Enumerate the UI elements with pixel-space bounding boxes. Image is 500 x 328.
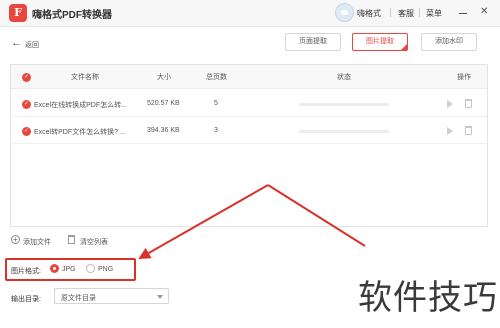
progress-bar <box>299 103 389 106</box>
file-name: Excel在线转换成PDF怎么转... <box>34 102 127 109</box>
app-logo-icon: F <box>9 4 27 22</box>
image-format-label: 图片格式: <box>11 268 41 275</box>
divider <box>419 8 420 17</box>
app-title: 嗨格式PDF转换器 <box>32 10 112 21</box>
radio-jpg-label[interactable]: JPG <box>62 266 76 273</box>
trash-icon[interactable] <box>465 99 472 108</box>
title-bar: F 嗨格式PDF转换器 嗨格式 客服 菜单 ✕ <box>0 0 500 27</box>
tab-image-extract[interactable]: 图片提取 <box>352 33 408 51</box>
chevron-down-icon <box>157 295 163 299</box>
arrow-left-icon[interactable]: ← <box>11 37 22 49</box>
table-row[interactable]: ✓ Excel在线转换成PDF怎么转... 520.57 KB 5 <box>11 91 487 117</box>
column-header-name: 文件名称 <box>71 74 99 81</box>
output-dir-select[interactable]: 原文件目录 <box>54 288 169 304</box>
watermark: 软件技巧 <box>354 264 500 328</box>
play-icon[interactable] <box>447 127 453 135</box>
column-header-actions: 操作 <box>457 74 471 81</box>
file-size: 394.36 KB <box>147 127 180 134</box>
tab-page-extract[interactable]: 页面提取 <box>285 33 341 51</box>
progress-bar <box>299 130 389 133</box>
page-count: 5 <box>214 100 218 107</box>
radio-png[interactable] <box>86 264 95 273</box>
plus-circle-icon[interactable]: + <box>11 235 20 244</box>
clear-list-button[interactable]: 清空列表 <box>80 237 108 247</box>
output-dir-label: 输出目录: <box>11 296 41 303</box>
check-circle-icon[interactable]: ✓ <box>22 127 31 136</box>
check-circle-icon[interactable]: ✓ <box>22 73 31 82</box>
tab-add-watermark[interactable]: 添加水印 <box>421 33 477 51</box>
customer-service-button[interactable]: 客服 <box>398 8 414 19</box>
table-header: ✓ 文件名称 大小 总页数 状态 操作 <box>11 65 487 89</box>
minimize-icon[interactable] <box>459 13 467 14</box>
user-name[interactable]: 嗨格式 <box>357 8 381 19</box>
add-file-button[interactable]: 添加文件 <box>23 237 51 247</box>
close-icon[interactable]: ✕ <box>480 7 488 17</box>
column-header-size: 大小 <box>157 74 171 81</box>
column-header-status: 状态 <box>337 74 351 81</box>
radio-jpg[interactable] <box>50 264 59 273</box>
page-count: 3 <box>214 127 218 134</box>
trash-icon[interactable] <box>68 235 75 244</box>
file-table: ✓ 文件名称 大小 总页数 状态 操作 ✓ Excel在线转换成PDF怎么转..… <box>10 64 488 227</box>
play-icon[interactable] <box>447 100 453 108</box>
column-header-pages: 总页数 <box>206 74 227 81</box>
watermark-text: 软件技巧 <box>358 278 498 318</box>
output-dir-value: 原文件目录 <box>61 295 96 302</box>
file-name: Excel转PDF文件怎么转换? ... <box>34 129 126 136</box>
back-button[interactable]: 返回 <box>25 40 39 50</box>
file-size: 520.57 KB <box>147 100 180 107</box>
table-row[interactable]: ✓ Excel转PDF文件怎么转换? ... 394.36 KB 3 <box>11 118 487 144</box>
user-avatar[interactable] <box>335 3 354 22</box>
divider <box>390 8 391 17</box>
app-window: F 嗨格式PDF转换器 嗨格式 客服 菜单 ✕ ← 返回 页面提取 图片提取 添… <box>0 0 500 328</box>
radio-png-label[interactable]: PNG <box>98 266 113 273</box>
check-circle-icon[interactable]: ✓ <box>22 100 31 109</box>
menu-button[interactable]: 菜单 <box>426 8 442 19</box>
trash-icon[interactable] <box>465 126 472 135</box>
